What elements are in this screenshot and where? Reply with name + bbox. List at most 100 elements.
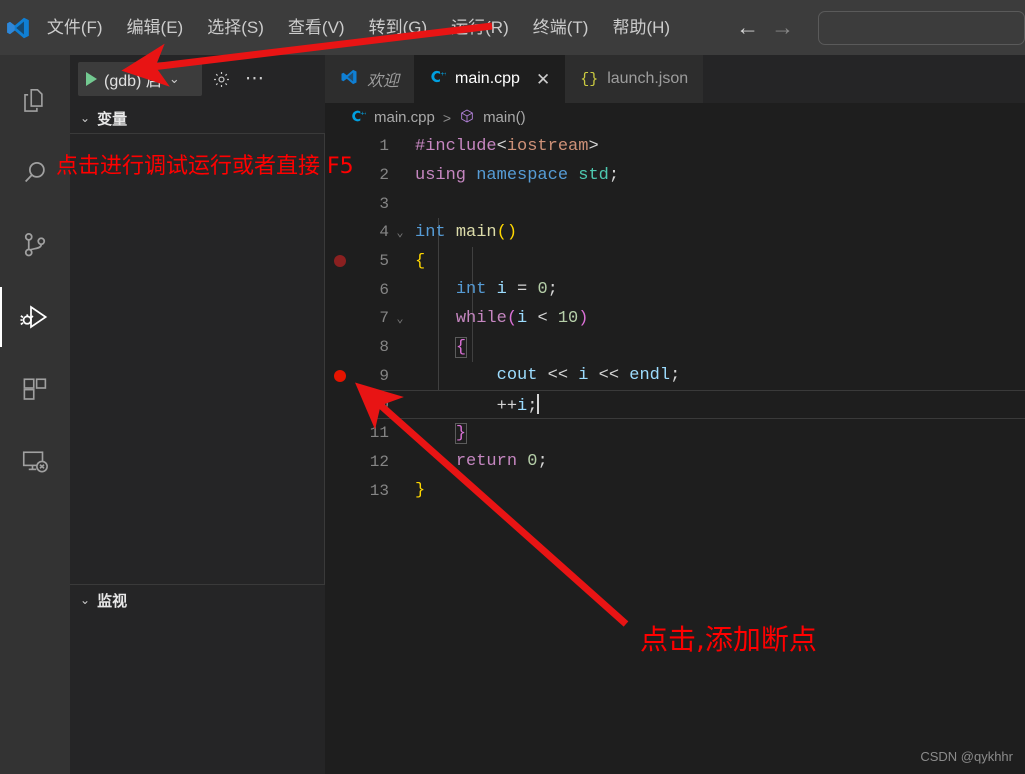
code-text: int main()	[415, 222, 518, 242]
navigate-forward-icon[interactable]: →	[771, 16, 794, 39]
activity-explorer[interactable]	[0, 65, 70, 137]
ellipsis-icon[interactable]: ⋯	[240, 62, 270, 96]
code-text: }	[415, 481, 426, 501]
tab-main-cpp[interactable]: ++ main.cpp ✕	[414, 55, 566, 103]
code-line[interactable]: 3	[325, 189, 1025, 218]
title-bar: 文件(F) 编辑(E) 选择(S) 查看(V) 转到(G) 运行(R) 终端(T…	[0, 0, 1025, 55]
menu-view[interactable]: 查看(V)	[277, 12, 356, 43]
breakpoint-indicator[interactable]	[334, 255, 346, 268]
menu-terminal[interactable]: 终端(T)	[522, 12, 600, 43]
watch-section-header[interactable]: ⌄ 监视	[70, 585, 325, 615]
fold-icon[interactable]: ⌄	[389, 225, 411, 240]
activity-source-control[interactable]	[0, 209, 70, 281]
navigate-back-icon[interactable]: ←	[736, 16, 759, 39]
line-number: 12	[369, 452, 389, 471]
variables-section-title: 变量	[97, 110, 128, 128]
variables-section-header[interactable]: ⌄ 变量	[70, 103, 325, 133]
run-and-debug-icon	[19, 301, 51, 333]
activity-run-debug[interactable]	[0, 281, 70, 353]
code-line[interactable]: 11 }	[325, 419, 1025, 448]
chevron-right-icon: >	[442, 109, 452, 126]
menu-run[interactable]: 运行(R)	[440, 12, 520, 43]
code-line[interactable]: 8 {	[325, 333, 1025, 362]
watch-section-title: 监视	[97, 592, 128, 610]
menu-help[interactable]: 帮助(H)	[601, 12, 681, 43]
json-file-icon: {}	[580, 70, 599, 88]
tab-launch-json[interactable]: {} launch.json	[565, 55, 704, 103]
code-line[interactable]: 4 ⌄ int main()	[325, 218, 1025, 247]
code-text: cout << i << endl;	[496, 366, 681, 386]
watermark: CSDN @qykhhr	[920, 749, 1013, 764]
navigation-arrows: ← →	[736, 16, 794, 39]
tab-welcome[interactable]: 欢迎	[325, 55, 415, 103]
annotation-run-debug-text: 点击进行调试运行或者直接 F5	[56, 154, 354, 179]
svg-text:++: ++	[440, 70, 446, 78]
menu-go[interactable]: 转到(G)	[358, 12, 439, 43]
extensions-icon	[20, 374, 50, 404]
line-number: 10	[369, 395, 389, 414]
line-number: 1	[379, 137, 389, 156]
debug-configuration-label: (gdb) 启	[104, 73, 162, 90]
code-text: #include<iostream>	[415, 136, 599, 156]
remote-explorer-icon	[20, 446, 50, 476]
code-text: ++i;	[411, 393, 540, 416]
svg-text:++: ++	[361, 110, 366, 117]
code-line[interactable]: 7 ⌄ while(i < 10)	[325, 304, 1025, 333]
code-line[interactable]: 9 cout << i << endl;	[325, 362, 1025, 391]
chevron-down-icon: ⌄	[80, 593, 91, 607]
play-icon[interactable]	[86, 72, 97, 86]
code-line[interactable]: 12 return 0;	[325, 448, 1025, 477]
code-text: {	[415, 251, 426, 271]
vscode-window: 文件(F) 编辑(E) 选择(S) 查看(V) 转到(G) 运行(R) 终端(T…	[0, 0, 1025, 774]
line-number: 8	[379, 338, 389, 357]
breadcrumb-file[interactable]: main.cpp	[374, 109, 435, 126]
code-line[interactable]: 2 using namespace std;	[325, 161, 1025, 190]
gear-icon[interactable]	[206, 62, 236, 96]
breakpoint-gutter[interactable]	[325, 255, 355, 268]
breadcrumb: ++ main.cpp > main()	[325, 103, 1025, 132]
source-control-icon	[20, 230, 50, 260]
breadcrumb-symbol[interactable]: main()	[483, 109, 526, 126]
code-text: while(i < 10)	[455, 308, 589, 328]
cpp-file-icon: ++	[350, 108, 368, 128]
line-number: 4	[379, 223, 389, 242]
code-line[interactable]: 1 #include<iostream>	[325, 132, 1025, 161]
breakpoint-indicator[interactable]	[334, 369, 346, 382]
menu-edit[interactable]: 编辑(E)	[116, 12, 195, 43]
code-text: using namespace std;	[415, 165, 620, 185]
line-number: 9	[379, 366, 389, 385]
text-cursor	[537, 393, 540, 414]
watch-section-body	[70, 615, 325, 745]
menu-selection[interactable]: 选择(S)	[196, 12, 275, 43]
activity-extensions[interactable]	[0, 353, 70, 425]
code-line-current[interactable]: 10 ++i;	[325, 390, 1025, 419]
menu-file[interactable]: 文件(F)	[36, 12, 114, 43]
files-icon	[20, 86, 50, 116]
code-lines[interactable]: 1 #include<iostream> 2 using namespace s…	[325, 132, 1025, 505]
line-number: 7	[379, 309, 389, 328]
debug-toolbar: (gdb) 启 ⌄ ⋯	[70, 55, 325, 103]
search-icon	[20, 158, 50, 188]
line-number: 6	[379, 280, 389, 299]
code-text: {	[454, 336, 468, 358]
code-line[interactable]: 13 }	[325, 476, 1025, 505]
chevron-down-icon[interactable]: ⌄	[169, 71, 180, 87]
code-line[interactable]: 5 {	[325, 247, 1025, 276]
debug-configuration-select[interactable]: (gdb) 启 ⌄	[78, 62, 202, 96]
annotation-add-breakpoint-text: 点击,添加断点	[640, 623, 817, 656]
activity-remote-explorer[interactable]	[0, 425, 70, 497]
code-text: return 0;	[455, 452, 548, 472]
code-text: }	[454, 422, 468, 444]
fold-icon[interactable]: ⌄	[389, 311, 411, 326]
command-center-input[interactable]	[818, 10, 1025, 45]
tab-welcome-label: 欢迎	[367, 73, 400, 90]
close-icon[interactable]: ✕	[536, 71, 550, 88]
menu-bar: 文件(F) 编辑(E) 选择(S) 查看(V) 转到(G) 运行(R) 终端(T…	[36, 12, 681, 43]
symbol-method-icon	[459, 108, 475, 128]
tab-launch-json-label: launch.json	[607, 70, 689, 87]
breakpoint-gutter[interactable]	[325, 369, 355, 382]
chevron-down-icon: ⌄	[80, 111, 91, 125]
code-line[interactable]: 6 int i = 0;	[325, 275, 1025, 304]
vscode-logo-icon	[340, 68, 358, 91]
vscode-logo-icon	[0, 0, 36, 55]
